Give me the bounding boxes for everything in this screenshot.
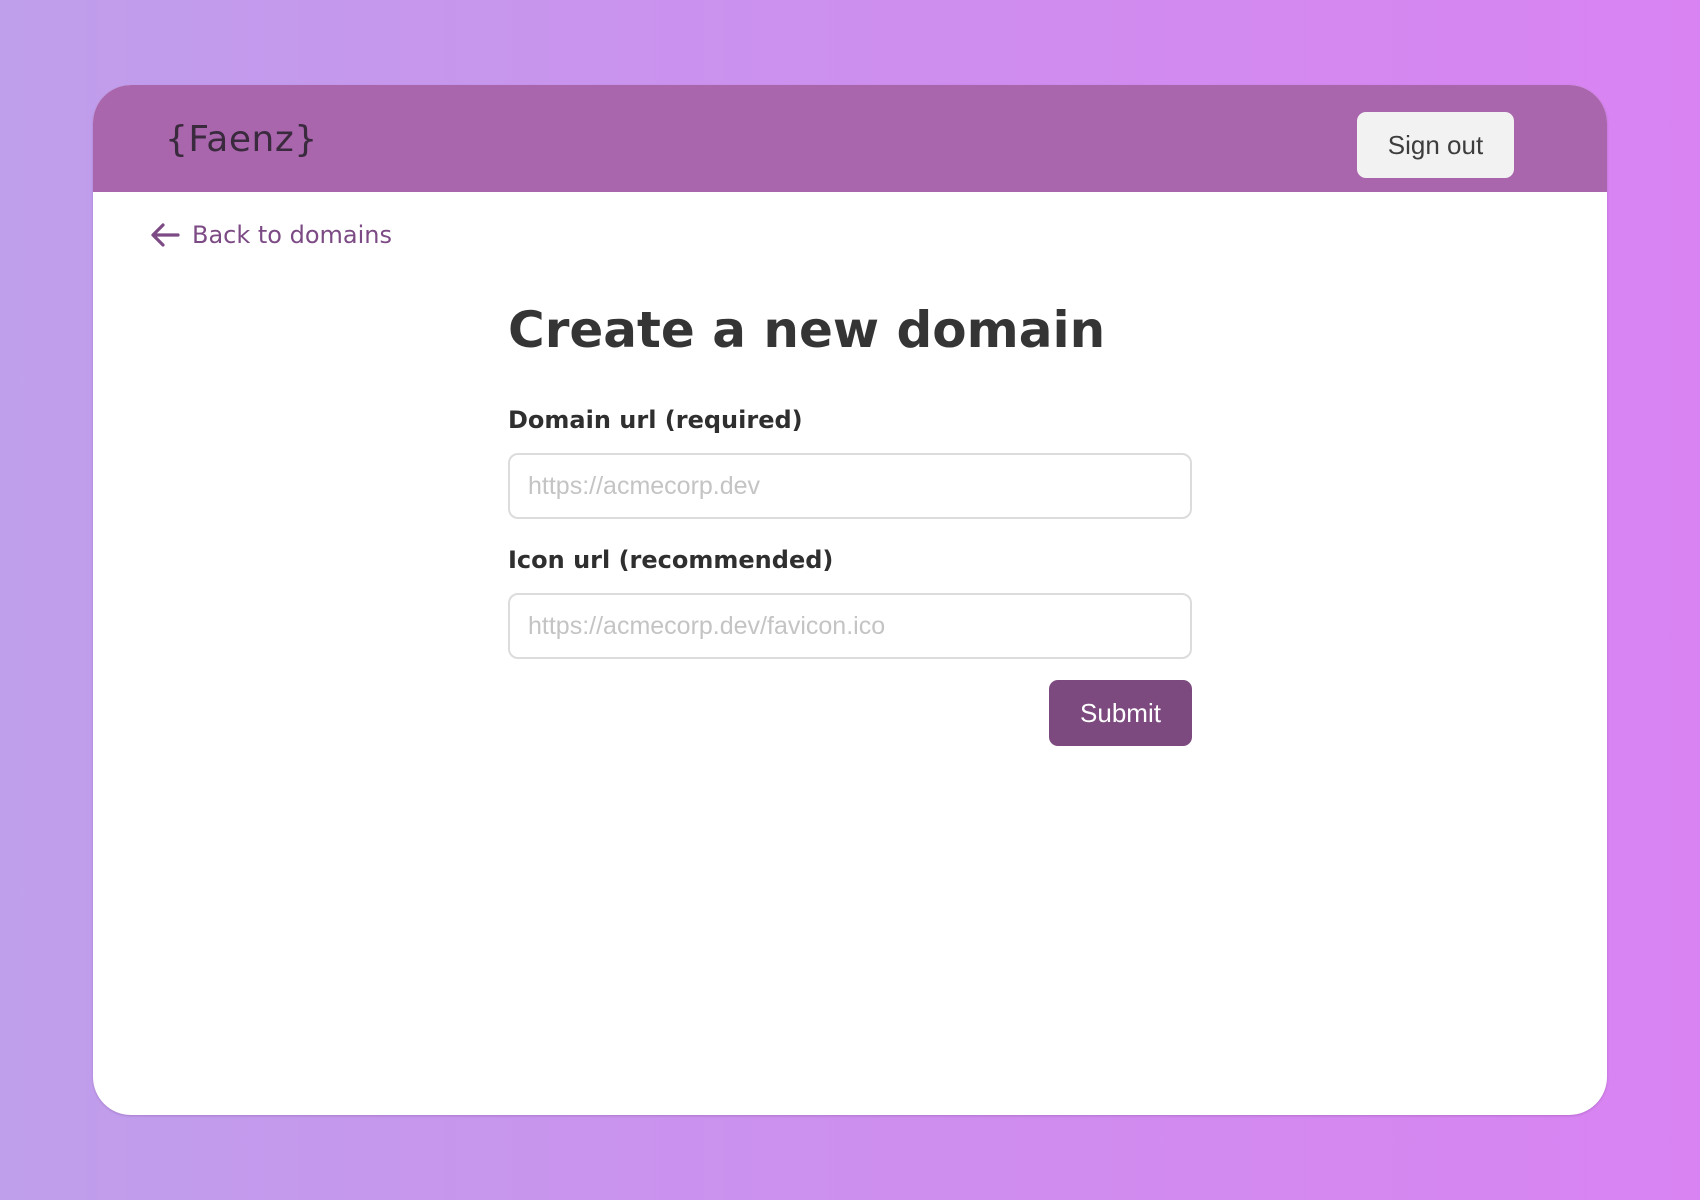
submit-button[interactable]: Submit xyxy=(1049,680,1192,746)
app-header: {Faenz} Sign out xyxy=(93,85,1607,192)
page-title: Create a new domain xyxy=(508,301,1106,359)
domain-url-label: Domain url (required) xyxy=(508,406,803,434)
icon-url-label: Icon url (recommended) xyxy=(508,546,834,574)
sign-out-button[interactable]: Sign out xyxy=(1357,112,1514,178)
icon-url-input[interactable] xyxy=(508,593,1192,659)
back-link-label: Back to domains xyxy=(192,221,393,249)
back-to-domains-link[interactable]: Back to domains xyxy=(150,221,392,249)
arrow-left-icon xyxy=(151,223,180,247)
domain-url-input[interactable] xyxy=(508,453,1192,519)
app-logo: {Faenz} xyxy=(165,119,318,160)
main-card: {Faenz} Sign out Back to domains Create … xyxy=(93,85,1607,1115)
